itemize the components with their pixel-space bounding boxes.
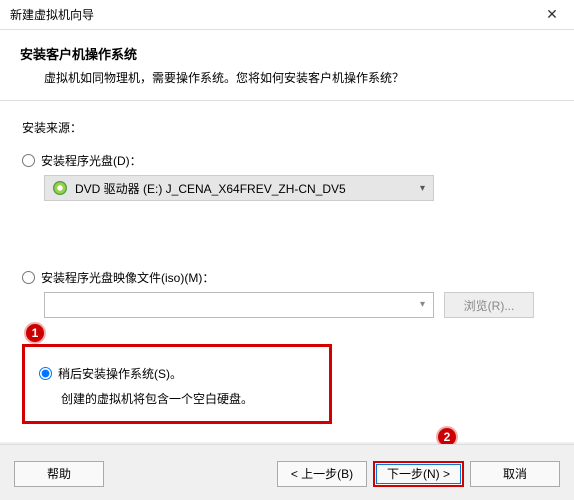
close-button[interactable]: ✕ (530, 0, 574, 30)
option-iso[interactable]: 安装程序光盘映像文件(iso)(M)： (22, 269, 552, 286)
option-later-highlight: 稍后安装操作系统(S)。 创建的虚拟机将包含一个空白硬盘。 (22, 344, 332, 424)
wizard-content: 安装来源： 安装程序光盘(D)： DVD 驱动器 (E:) J_CENA_X64… (0, 101, 574, 434)
titlebar: 新建虚拟机向导 ✕ (0, 0, 574, 30)
close-icon: ✕ (546, 6, 558, 23)
help-button[interactable]: 帮助 (14, 461, 104, 487)
radio-disc-label: 安装程序光盘(D)： (41, 152, 142, 169)
browse-button[interactable]: 浏览(R)... (444, 292, 534, 318)
page-heading: 安装客户机操作系统 (20, 44, 554, 63)
drive-selected-text: DVD 驱动器 (E:) J_CENA_X64FREV_ZH-CN_DV5 (75, 180, 346, 197)
window-title: 新建虚拟机向导 (10, 6, 94, 23)
radio-iso-label: 安装程序光盘映像文件(iso)(M)： (41, 269, 214, 286)
radio-disc[interactable] (22, 154, 35, 167)
annotation-marker-1: 1 (24, 322, 46, 344)
cd-icon (53, 181, 67, 195)
cancel-button[interactable]: 取消 (470, 461, 560, 487)
radio-iso[interactable] (22, 271, 35, 284)
later-description: 创建的虚拟机将包含一个空白硬盘。 (61, 390, 315, 407)
radio-later[interactable] (39, 367, 52, 380)
wizard-header: 安装客户机操作系统 虚拟机如同物理机，需要操作系统。您将如何安装客户机操作系统？ (0, 30, 574, 101)
wizard-footer: 帮助 < 上一步(B) 下一步(N) > 取消 (0, 444, 574, 492)
option-later[interactable]: 稍后安装操作系统(S)。 (39, 365, 315, 382)
back-button[interactable]: < 上一步(B) (277, 461, 367, 487)
drive-dropdown[interactable]: DVD 驱动器 (E:) J_CENA_X64FREV_ZH-CN_DV5 ▾ (44, 175, 434, 201)
next-button[interactable]: 下一步(N) > (373, 461, 464, 487)
source-label: 安装来源： (22, 119, 552, 136)
option-disc[interactable]: 安装程序光盘(D)： (22, 152, 552, 169)
page-subtext: 虚拟机如同物理机，需要操作系统。您将如何安装客户机操作系统？ (44, 69, 554, 86)
chevron-down-icon: ▾ (420, 299, 425, 310)
chevron-down-icon: ▾ (420, 183, 425, 194)
radio-later-label: 稍后安装操作系统(S)。 (58, 365, 182, 382)
iso-path-combobox[interactable]: ▾ (44, 292, 434, 318)
